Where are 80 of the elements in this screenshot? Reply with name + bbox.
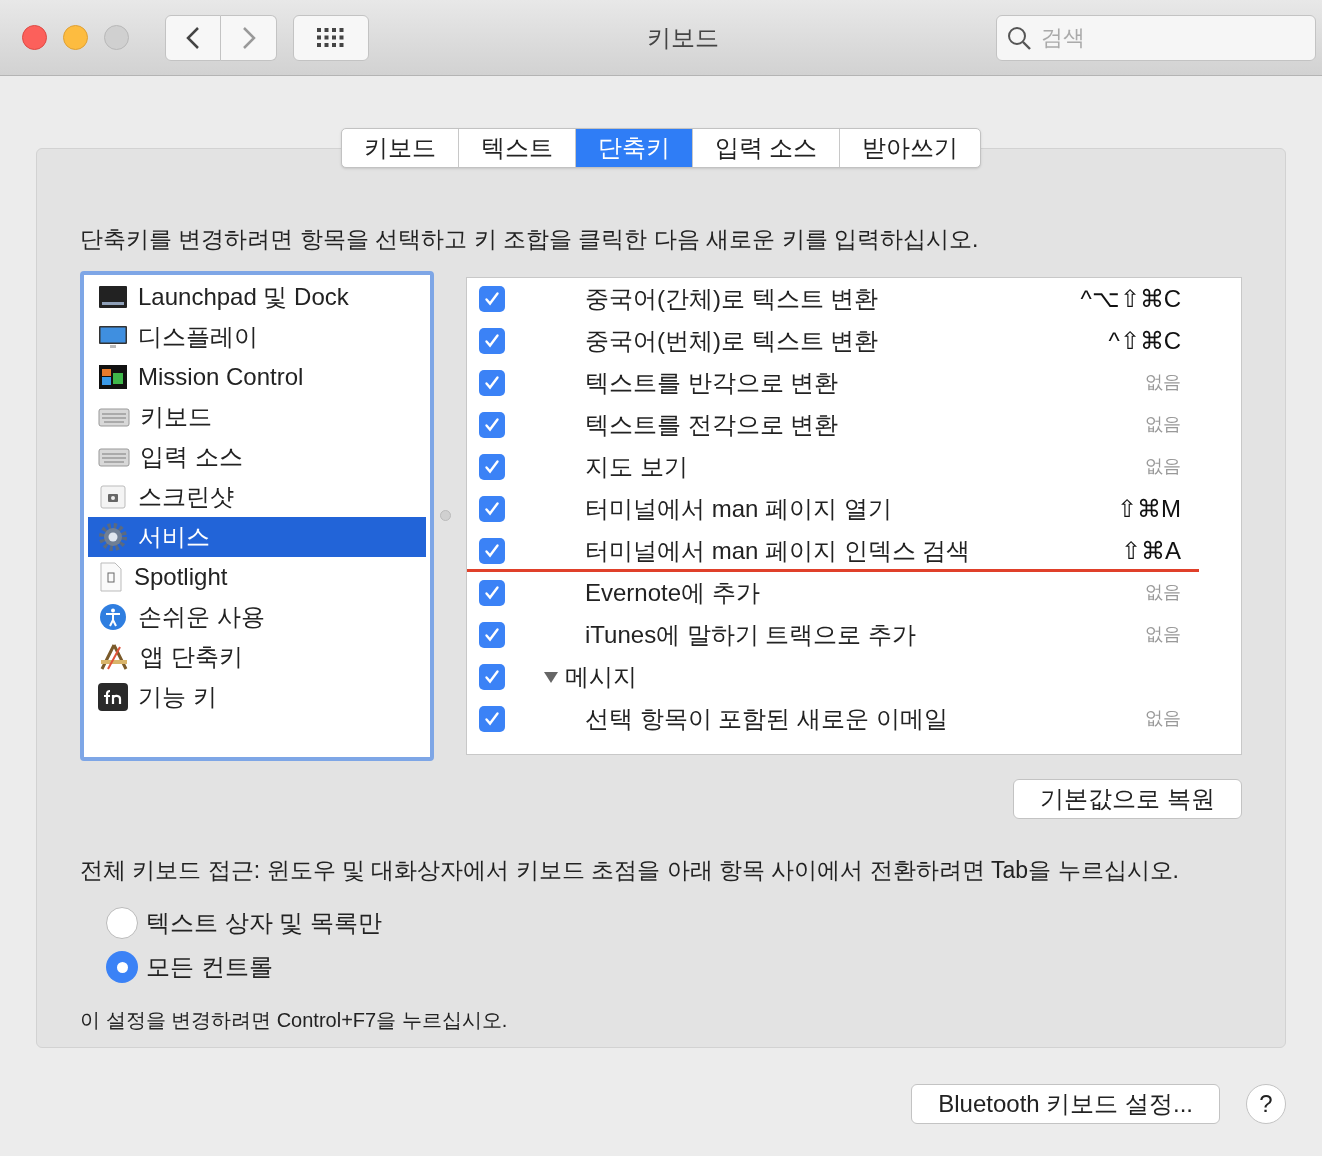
category-item[interactable]: Spotlight <box>88 556 426 597</box>
monitor-icon <box>98 323 128 350</box>
check-icon <box>483 415 501 434</box>
shortcut-label[interactable]: 터미널에서 man 페이지 인덱스 검색 <box>585 532 971 569</box>
category-item[interactable]: 디스플레이 <box>88 316 426 357</box>
back-button[interactable] <box>165 14 221 61</box>
tab[interactable]: 입력 소스 <box>691 129 840 167</box>
check-icon <box>483 373 501 392</box>
shortcut-label[interactable]: 선택 항목이 포함된 새로운 이메일 <box>585 700 948 737</box>
checkbox[interactable] <box>479 285 505 312</box>
category-item[interactable]: 손쉬운 사용 <box>88 596 426 637</box>
check-icon <box>483 457 501 476</box>
key-combination[interactable]: ⇧⌘A <box>1121 532 1181 569</box>
checkbox[interactable] <box>479 579 505 606</box>
shortcut-label[interactable]: 텍스트를 반각으로 변환 <box>585 364 839 401</box>
tab[interactable]: 받아쓰기 <box>839 129 981 167</box>
fn-key-icon <box>98 682 128 711</box>
grid-icon <box>317 27 345 48</box>
checkbox[interactable] <box>479 369 505 396</box>
category-item[interactable]: Launchpad 및 Dock <box>88 276 426 317</box>
shortcut-label[interactable]: 중국어(간체)로 텍스트 변환 <box>585 280 879 317</box>
show-all-button[interactable] <box>293 14 369 61</box>
search-icon <box>1006 24 1032 51</box>
shortcut-label[interactable]: Evernote에 추가 <box>585 574 760 611</box>
key-combination[interactable]: ^⌥⇧⌘C <box>1080 280 1181 317</box>
chevron-right-icon <box>241 25 256 50</box>
check-icon <box>483 625 501 644</box>
shortcut-label[interactable]: 지도 보기 <box>585 448 688 485</box>
key-combination[interactable]: ⇧⌘M <box>1117 490 1181 527</box>
category-item[interactable]: 서비스 <box>88 516 426 557</box>
checkbox[interactable] <box>479 705 505 732</box>
radio-label[interactable]: 모든 컨트롤 <box>146 949 273 985</box>
category-item[interactable]: 스크린샷 <box>88 476 426 517</box>
close-button[interactable] <box>22 25 47 50</box>
checkbox[interactable] <box>479 621 505 648</box>
check-icon <box>483 667 501 686</box>
checkbox[interactable] <box>479 537 505 564</box>
checkbox[interactable] <box>479 411 505 438</box>
hint-text: 이 설정을 변경하려면 Control+F7을 누르십시오. <box>80 1008 509 1033</box>
search-field[interactable]: 검색 <box>996 14 1316 61</box>
checkbox[interactable] <box>479 327 505 354</box>
category-item[interactable]: 키보드 <box>88 396 426 437</box>
keyboard-access-text: 전체 키보드 접근: 윈도우 및 대화상자에서 키보드 초점을 아래 항목 사이에서 전환하려면 Tab을 누르십시오. <box>80 855 1180 885</box>
accessibility-icon <box>98 601 128 632</box>
bluetooth-settings-button[interactable]: Bluetooth 키보드 설정... <box>911 1084 1220 1124</box>
checkbox[interactable] <box>479 663 505 690</box>
check-icon <box>483 583 501 602</box>
key-combination[interactable]: ^⇧⌘C <box>1108 322 1181 359</box>
category-item[interactable]: 입력 소스 <box>88 436 426 477</box>
split-handle[interactable] <box>440 510 451 521</box>
shortcut-label[interactable]: iTunes에 말하기 트랙으로 추가 <box>585 616 917 653</box>
check-icon <box>483 541 501 560</box>
check-icon <box>483 499 501 518</box>
restore-defaults-button[interactable]: 기본값으로 복원 <box>1013 778 1242 819</box>
shortcut-label[interactable]: 터미널에서 man 페이지 열기 <box>585 490 892 527</box>
checkbox[interactable] <box>479 453 505 480</box>
ruler-pencil-icon <box>98 642 130 671</box>
radio-label[interactable]: 텍스트 상자 및 목록만 <box>146 905 382 941</box>
check-icon <box>483 289 501 308</box>
window-title: 키보드 <box>646 22 719 53</box>
shortcut-label[interactable]: 텍스트를 전각으로 변환 <box>585 406 839 443</box>
category-item[interactable]: Mission Control <box>88 356 426 397</box>
checkbox[interactable] <box>479 495 505 522</box>
camera-icon <box>98 482 128 511</box>
help-button[interactable]: ? <box>1246 1084 1286 1124</box>
dock-icon <box>98 283 128 310</box>
tab[interactable]: 텍스트 <box>457 129 575 167</box>
gear-icon <box>98 521 128 552</box>
category-item[interactable]: 기능 키 <box>88 676 426 717</box>
tab[interactable]: 단축키 <box>574 129 692 167</box>
group-label[interactable]: 메시지 <box>565 658 637 695</box>
document-icon <box>98 561 124 592</box>
chevron-left-icon <box>186 25 200 50</box>
shortcut-label[interactable]: 중국어(번체)로 텍스트 변환 <box>585 322 879 359</box>
tab[interactable]: 키보드 <box>341 129 458 167</box>
check-icon <box>483 709 501 728</box>
check-icon <box>483 331 501 350</box>
instruction-text: 단축키를 변경하려면 항목을 선택하고 키 조합을 클릭한 다음 새로운 키를 입력하십시오. <box>80 225 980 254</box>
category-item[interactable]: 앱 단축키 <box>88 636 426 677</box>
windows-icon <box>98 363 128 390</box>
